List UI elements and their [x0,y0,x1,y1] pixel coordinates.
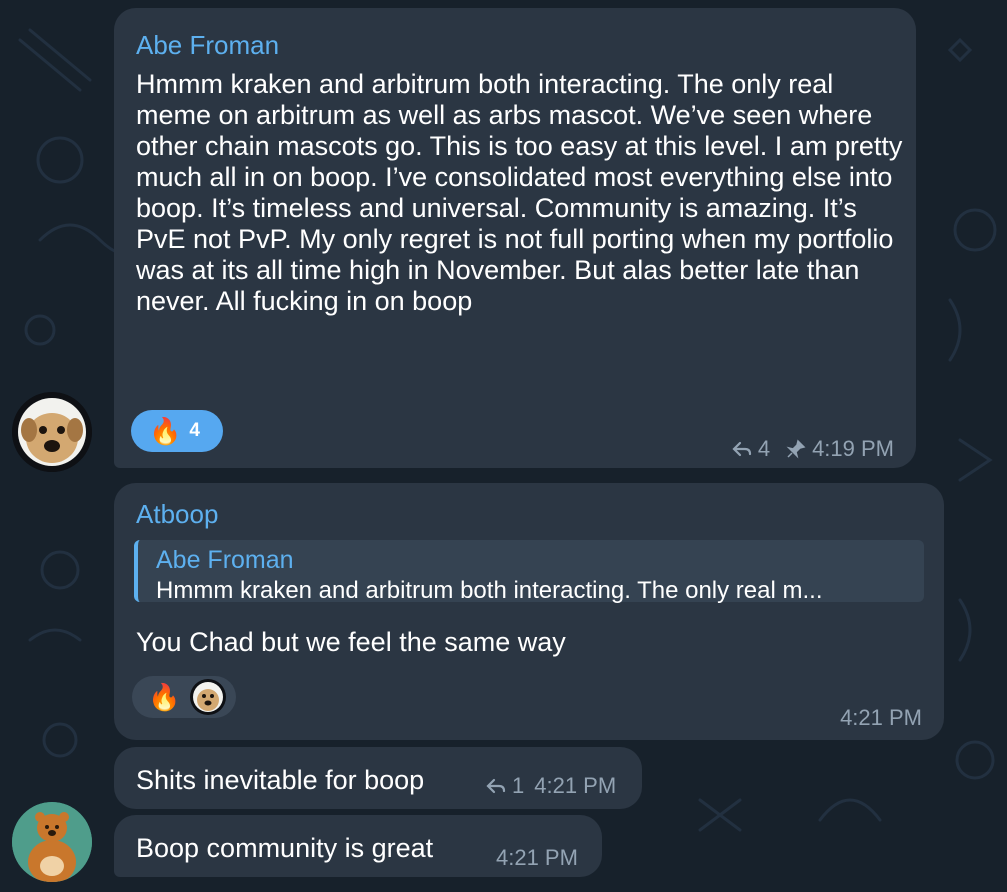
message-text: Boop community is great [136,833,434,863]
message-bubble-atboop[interactable]: Atboop Abe Froman Hmmm kraken and arbitr… [114,483,944,740]
dog-avatar-icon [12,392,92,472]
fire-icon: 🔥 [148,681,181,712]
reply-quote[interactable]: Abe Froman Hmmm kraken and arbitrum both… [134,540,924,604]
message-meta: 4 4:19 PM [732,436,894,462]
sender-name[interactable]: Abe Froman [136,30,279,61]
reply-count: 1 [512,773,525,798]
sender-name[interactable]: Atboop [136,499,218,530]
avatar-abe-froman[interactable] [12,392,92,472]
dog-avatar-icon [190,679,227,715]
message-time: 4:21 PM [496,845,578,870]
reaction-fire-button[interactable]: 🔥 4 [131,410,223,452]
reply-arrow-icon [486,778,506,794]
message-text: Hmmm kraken and arbitrum both interactin… [136,69,903,316]
message-bubble[interactable]: Shits inevitable for boop 1 4:21 PM [114,747,642,809]
message-text: Shits inevitable for boop [136,765,425,795]
message-time: 4:21 PM [840,705,922,730]
message-meta: 4:21 PM [840,705,922,731]
message-time: 4:21 PM [534,773,617,798]
reply-arrow-icon [732,441,751,457]
avatar-user[interactable] [12,802,92,882]
reply-count: 4 [757,436,771,461]
message-bubble[interactable]: Boop community is great 4:21 PM [114,815,602,877]
message-meta: 1 4:21 PM [486,773,616,799]
message-text: You Chad but we feel the same way [136,627,566,657]
reaction-chip[interactable]: 🔥 [132,676,236,718]
fire-icon: 🔥 [149,415,182,446]
quote-sender: Abe Froman [156,546,294,574]
reaction-count: 4 [189,420,200,441]
pin-icon [786,439,806,459]
quote-text: Hmmm kraken and arbitrum both interactin… [156,577,823,604]
bear-avatar-icon [12,802,92,882]
message-time: 4:19 PM [812,436,894,461]
message-bubble-abe-froman[interactable]: Abe Froman Hmmm kraken and arbitrum both… [114,8,916,468]
message-meta: 4:21 PM [496,845,578,871]
